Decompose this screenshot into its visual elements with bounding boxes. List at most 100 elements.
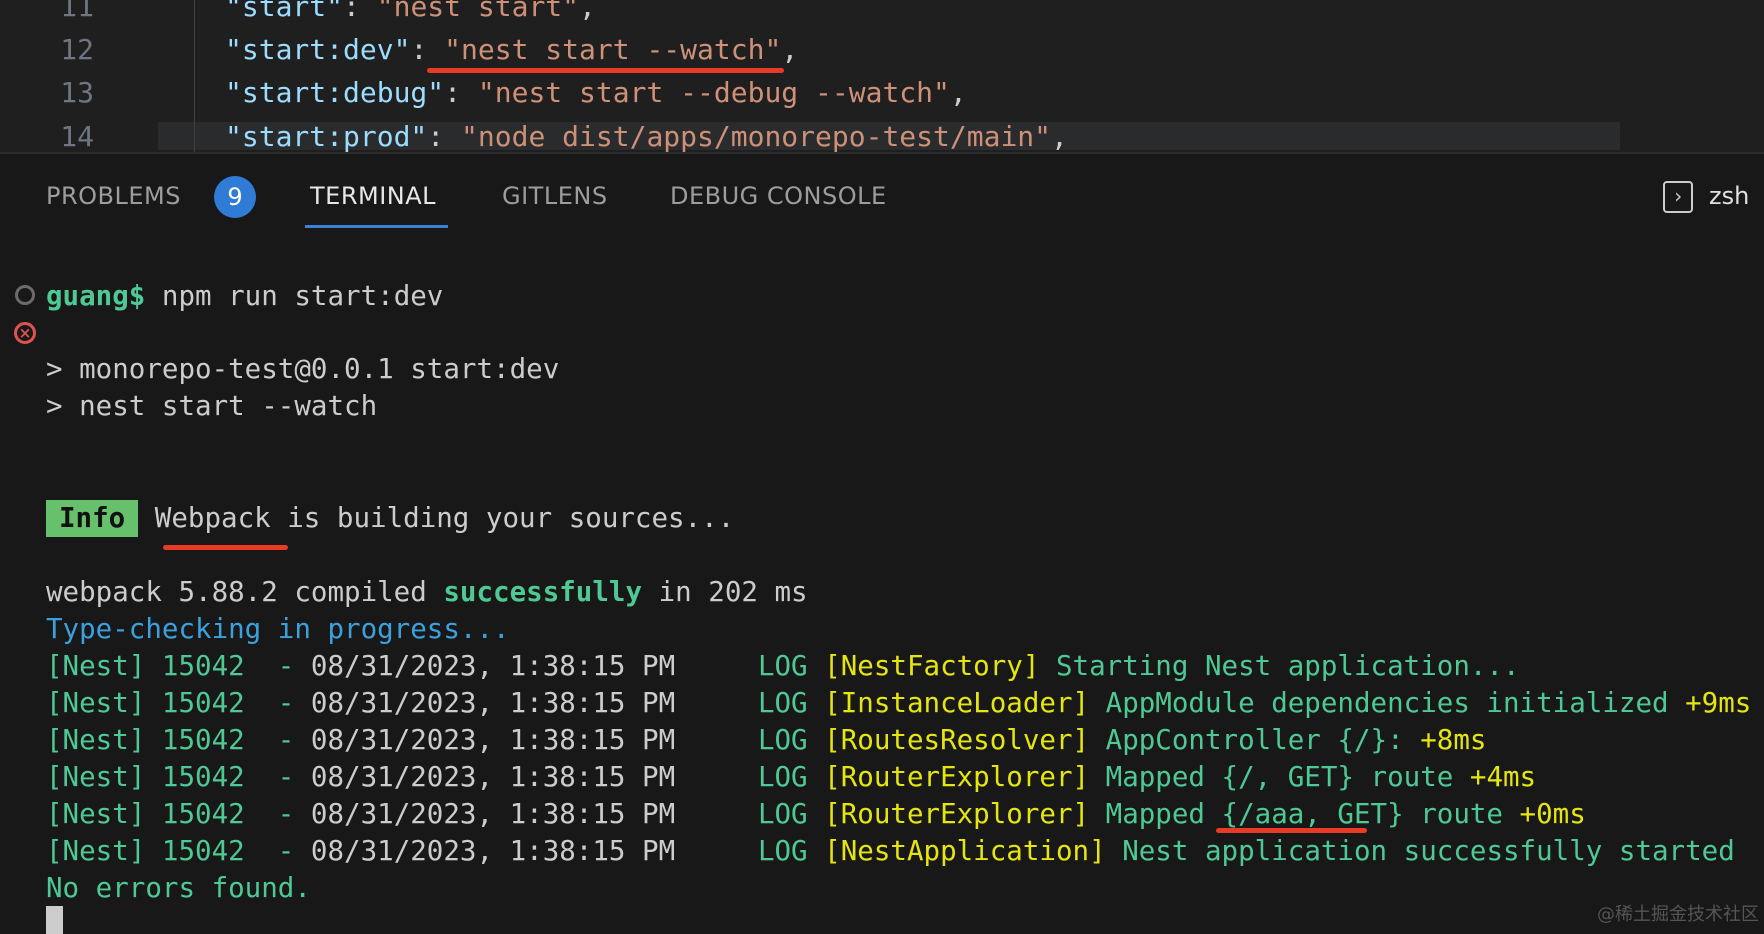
terminal-line: [Nest] 15042 - 08/31/2023, 1:38:15 PM LO… [46, 685, 1751, 722]
panel-divider[interactable] [0, 152, 1764, 154]
terminal-line: > nest start --watch [46, 388, 377, 425]
terminal-text: 08/31/2023, 1:38:15 PM [310, 724, 676, 756]
code-editor[interactable]: 11 "start": "nest start", 12 "start:dev": "… [0, 0, 1764, 152]
annotation-underline [427, 68, 784, 73]
terminal-text: successfully [443, 576, 643, 608]
terminal-text: [RoutesResolver] [824, 724, 1090, 756]
terminal-text: No errors found. [46, 872, 311, 904]
colon: : [343, 0, 377, 23]
terminal-text: Mapped {/, GET} route [1089, 761, 1470, 793]
colon: : [427, 120, 462, 152]
json-value: "nest start --debug --watch" [477, 76, 950, 109]
json-value: "nest start --watch" [444, 33, 782, 66]
terminal-line: > monorepo-test@0.0.1 start:dev [46, 351, 559, 388]
terminal-line: Type-checking in progress... [46, 611, 510, 648]
json-key: "start:prod" [225, 120, 428, 152]
terminal-text: guang$ [46, 280, 146, 312]
code-text: "start:debug": "nest start --debug --wat… [225, 71, 967, 114]
terminal-text: LOG [675, 724, 825, 756]
tab-problems[interactable]: PROBLEMS [46, 182, 181, 210]
code-text: "start:dev": "nest start --watch", [225, 28, 798, 71]
terminal-text: [Nest] 15042 - [46, 650, 311, 682]
watermark: @稀土掘金技术社区 [1597, 904, 1759, 925]
line-number: 13 [60, 76, 94, 109]
json-key: "start:dev" [225, 33, 411, 66]
info-badge: Info [46, 500, 139, 537]
terminal-line: No errors found. [46, 870, 311, 907]
comma: , [579, 0, 596, 23]
annotation-underline [163, 545, 288, 550]
terminal-text: 08/31/2023, 1:38:15 PM [310, 650, 676, 682]
terminal-line: [Nest] 15042 - 08/31/2023, 1:38:15 PM LO… [46, 648, 1520, 685]
terminal-line: [Nest] 15042 - 08/31/2023, 1:38:15 PM LO… [46, 759, 1536, 796]
terminal-text: [Nest] 15042 - [46, 724, 311, 756]
json-key: "start:debug" [225, 76, 445, 109]
active-tab-indicator [305, 225, 448, 228]
terminal-cursor [46, 906, 63, 934]
terminal-text: [Nest] 15042 - [46, 835, 311, 867]
terminal-line: Info Webpack is building your sources... [46, 500, 734, 537]
terminal-text: > monorepo-test@0.0.1 start:dev [46, 353, 560, 385]
terminal-icon[interactable]: › [1663, 181, 1693, 213]
terminal-text: Webpack is building your sources... [138, 502, 735, 534]
terminal-text: +4ms [1469, 761, 1537, 793]
terminal-text: [Nest] 15042 - [46, 761, 311, 793]
terminal-text: webpack 5.88.2 compiled [46, 576, 444, 608]
terminal-text: > nest start --watch [46, 390, 378, 422]
json-value: "node dist/apps/monorepo-test/main" [461, 120, 1052, 152]
comma: , [949, 76, 967, 109]
terminal-text: +8ms [1420, 724, 1487, 756]
terminal-text: [NestApplication] [824, 835, 1106, 867]
tab-debug-console[interactable]: DEBUG CONSOLE [670, 182, 887, 210]
terminal-text: 08/31/2023, 1:38:15 PM [310, 798, 676, 830]
comma: , [1051, 120, 1068, 152]
code-line[interactable]: 11 "start": "nest start", [0, 0, 1764, 28]
annotation-underline [1216, 828, 1367, 833]
tab-terminal[interactable]: TERMINAL [310, 182, 436, 210]
terminal-text: 08/31/2023, 1:38:15 PM [310, 835, 676, 867]
terminal-text: npm run start:dev [145, 280, 444, 312]
problems-count-badge: 9 [214, 176, 256, 218]
line-number: 12 [60, 33, 94, 66]
colon: : [444, 76, 478, 109]
terminal-line: guang$ npm run start:dev [46, 278, 443, 315]
terminal-text: [InstanceLoader] [824, 687, 1090, 719]
code-text: "start": "nest start", [225, 0, 596, 28]
terminal-line: [Nest] 15042 - 08/31/2023, 1:38:15 PM LO… [46, 722, 1486, 759]
terminal-text: LOG [675, 650, 825, 682]
terminal-text: [Nest] 15042 - [46, 687, 311, 719]
json-value: "nest start" [376, 0, 580, 23]
line-number: 14 [60, 120, 94, 152]
terminal-text: Starting Nest application... [1039, 650, 1520, 682]
terminal-text: 08/31/2023, 1:38:15 PM [310, 761, 676, 793]
terminal-text: Nest application successfully started [1105, 835, 1735, 867]
terminal-text: [NestFactory] [824, 650, 1040, 682]
command-error-icon[interactable]: × [14, 322, 36, 344]
terminal-text: AppController {/}: [1089, 724, 1421, 756]
terminal-text: Type-checking in progress... [46, 613, 510, 645]
line-number: 11 [60, 0, 94, 23]
terminal-text: [RouterExplorer] [824, 761, 1090, 793]
code-text: "start:prod": "node dist/apps/monorepo-t… [225, 115, 1068, 152]
terminal-text: [RouterExplorer] [824, 798, 1090, 830]
code-line[interactable]: 13 "start:debug": "nest start --debug --w… [0, 71, 1764, 114]
terminal-text: +0ms [1519, 798, 1586, 830]
tab-gitlens[interactable]: GITLENS [502, 182, 608, 210]
code-line[interactable]: 12 "start:dev": "nest start --watch", [0, 28, 1764, 71]
terminal-text: LOG [675, 835, 825, 867]
terminal-text: AppModule dependencies initialized [1089, 687, 1686, 719]
shell-name[interactable]: zsh [1709, 182, 1749, 210]
json-key: "start" [225, 0, 344, 23]
code-line[interactable]: 14 "start:prod": "node dist/apps/monorepo… [0, 115, 1764, 152]
comma: , [781, 33, 799, 66]
terminal-text: 08/31/2023, 1:38:15 PM [310, 687, 676, 719]
command-status-circle-icon[interactable] [15, 285, 35, 305]
terminal-line: [Nest] 15042 - 08/31/2023, 1:38:15 PM LO… [46, 833, 1735, 870]
terminal-text: LOG [675, 798, 825, 830]
terminal-text: Mapped {/aaa, GET} route [1089, 798, 1520, 830]
terminal-text: in 202 ms [642, 576, 808, 608]
terminal-line: webpack 5.88.2 compiled successfully in … [46, 574, 808, 611]
terminal-text: +9ms [1685, 687, 1752, 719]
terminal-text: [Nest] 15042 - [46, 798, 311, 830]
terminal-text: LOG [675, 761, 825, 793]
